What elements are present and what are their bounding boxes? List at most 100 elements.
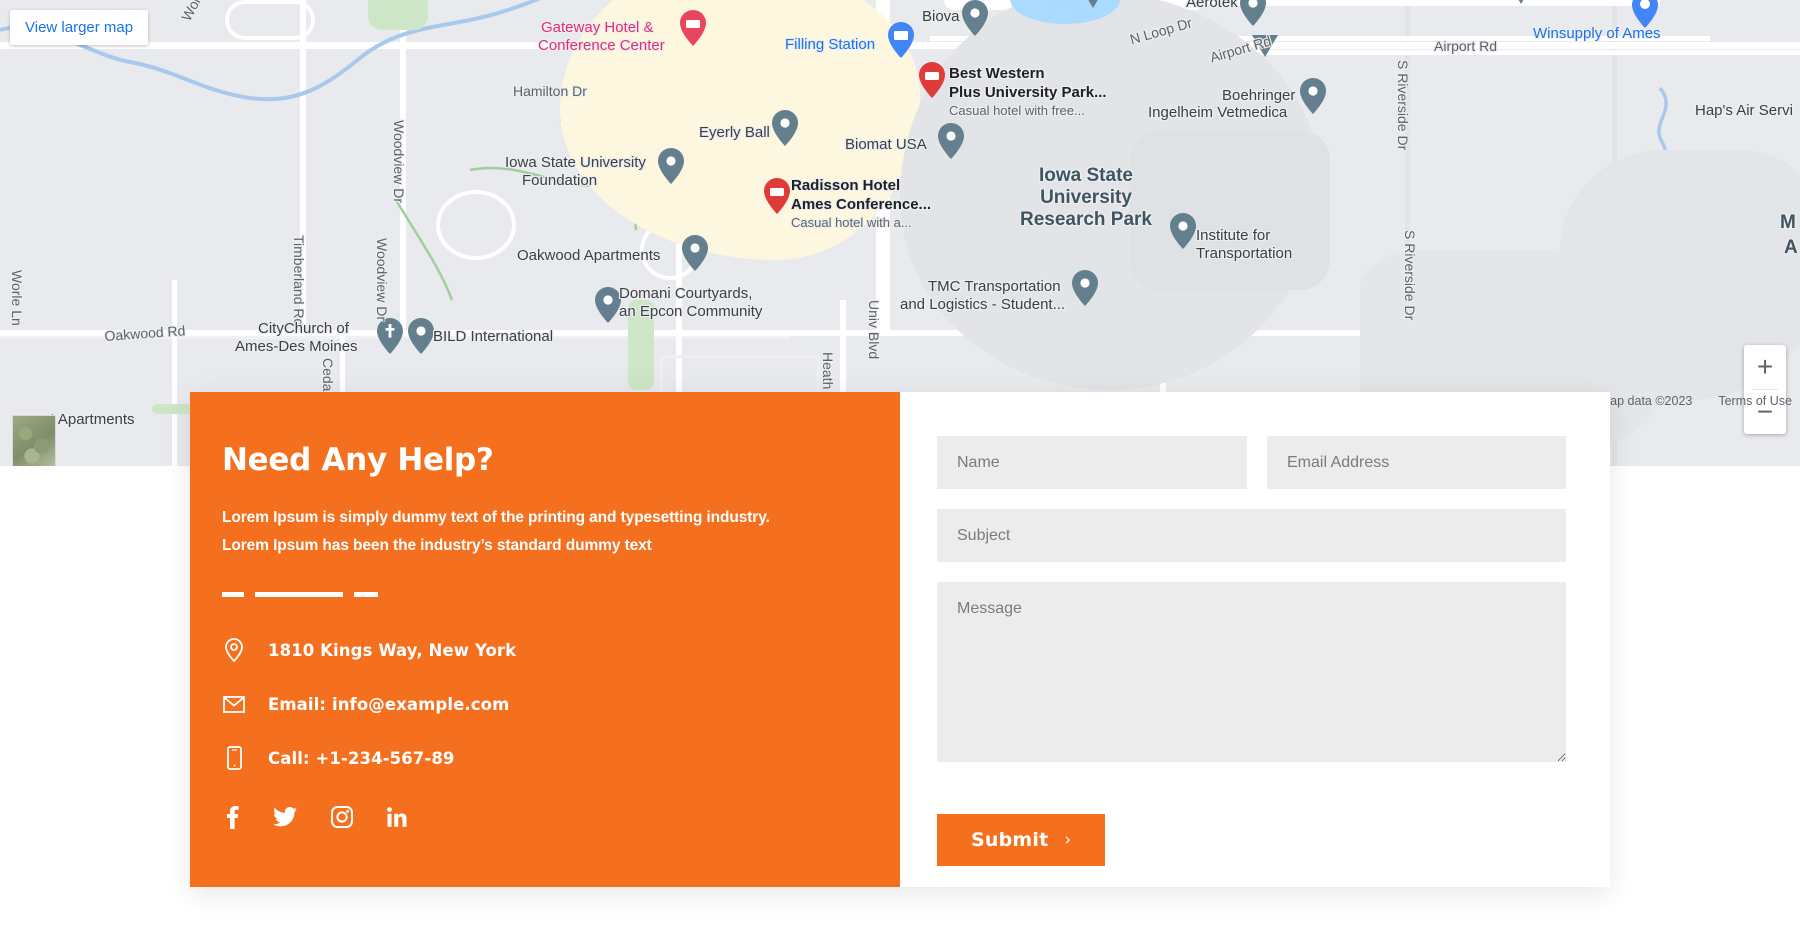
road-loop-top-left (225, 0, 315, 40)
phone-text[interactable]: Call: +1-234-567-89 (268, 749, 455, 768)
map-label-radisson-1: Radisson Hotel (791, 177, 901, 194)
submit-button-label: Submit (971, 829, 1049, 851)
contact-info-panel: Need Any Help? Lorem Ipsum is simply dum… (190, 392, 900, 887)
intro-text-line-1: Lorem Ipsum is simply dummy text of the … (222, 509, 770, 526)
map-label-radisson-2: Ames Conference... (791, 196, 932, 213)
map-label-s-riverside-dr-1: S Riverside Dr (1395, 60, 1411, 151)
decorative-divider (222, 592, 856, 597)
road-worle (172, 280, 177, 466)
email-text[interactable]: Email: info@example.com (268, 695, 509, 714)
map-pin-tmc-transportation[interactable] (1072, 270, 1098, 306)
map-label-woodview-dr-2: Woodview Dr (374, 238, 390, 321)
map-label-domani-2: an Epcon Community (619, 303, 763, 320)
envelope-icon (222, 691, 246, 717)
map-label-gateway-hotel-1: Gateway Hotel & (541, 19, 654, 36)
map-label-biomat-usa: Biomat USA (845, 136, 927, 153)
map-pin-bild-international[interactable] (408, 318, 434, 354)
map-label-heath: Heath (820, 352, 836, 390)
twitter-icon[interactable] (273, 807, 297, 827)
map-label-timberland-rd: Timberland Rd (291, 235, 307, 327)
map-label-gateway-hotel-2: Conference Center (538, 37, 665, 54)
map-label-airport-rd-2: Airport Rd (1434, 38, 1498, 54)
map-label-isu-foundation-2: Foundation (522, 172, 598, 189)
intro-text-line-2: Lorem Ipsum has been the industry’s stan… (222, 537, 652, 554)
mobile-phone-icon (222, 745, 246, 771)
instagram-icon[interactable] (331, 806, 353, 828)
map-label-boehringer-1: Boehringer (1222, 87, 1296, 104)
map-label-institute-1: Institute for (1196, 227, 1271, 244)
contact-form-panel: Submit › (900, 392, 1610, 887)
email-input[interactable] (1267, 436, 1566, 489)
email-row: Email: info@example.com (222, 691, 856, 717)
map-label-filling-station: Filling Station (785, 36, 876, 53)
page-title: Need Any Help? (222, 442, 494, 478)
map-label-woodview-dr-1: Woodview Dr (391, 120, 407, 203)
form-row-subject (937, 509, 1566, 562)
map-label-eyerly-ball: Eyerly Ball (699, 124, 770, 141)
map-label-radisson-sub: Casual hotel with a... (791, 215, 912, 230)
subject-input[interactable] (937, 509, 1566, 562)
map-pin-oakwood-apartments[interactable] (682, 235, 708, 271)
map-pin-winsupply[interactable] (1632, 0, 1658, 28)
map-label-isu-foundation-1: Iowa State University (505, 154, 646, 171)
name-input[interactable] (937, 436, 1247, 489)
map-pin-aerotek[interactable] (1240, 0, 1266, 26)
map-label-oakwood-apartments: Oakwood Apartments (517, 247, 661, 264)
map-data-attribution: Map data ©2023 (1599, 394, 1693, 408)
social-links (222, 805, 856, 829)
map-pin-gateway-hotel[interactable] (680, 10, 706, 46)
address-row: 1810 Kings Way, New York (222, 637, 856, 663)
map-pin-filling-station[interactable] (888, 22, 914, 58)
map-label-research-park-3: Research Park (1019, 209, 1153, 230)
submit-button[interactable]: Submit › (937, 814, 1106, 866)
map-pin-domani-courtyards[interactable] (595, 287, 621, 323)
facebook-icon[interactable] (226, 805, 239, 829)
map-thumbnail-image[interactable] (12, 415, 56, 466)
map-label-univ-blvd: Univ Blvd (866, 300, 882, 360)
view-larger-map-button[interactable]: View larger map (10, 10, 149, 45)
map-label-worle-ln: Worle Ln (9, 270, 25, 326)
map-green-area-a (368, 0, 428, 30)
map-zoom-controls[interactable]: + − (1744, 345, 1786, 434)
map-label-cedar: Ceda (320, 358, 336, 392)
map-label-research-park-2: University (1040, 187, 1132, 208)
map-pin-eyerly-ball[interactable] (772, 110, 798, 146)
map-label-edge-a: A (1784, 237, 1798, 258)
map-label-institute-2: Transportation (1196, 245, 1293, 262)
map-label-worrell: Worrell (178, 0, 213, 24)
zoom-in-button[interactable]: + (1744, 345, 1786, 389)
map-pin-best-western[interactable] (919, 62, 945, 98)
map-label-best-western-sub: Casual hotel with free... (949, 103, 1085, 118)
map-pin-boehringer[interactable] (1300, 78, 1326, 114)
address-text: 1810 Kings Way, New York (268, 640, 517, 660)
map-pin-aerotek-3 (1080, 0, 1106, 22)
map-label-bild-international: BILD International (433, 328, 554, 345)
road-small-loop (436, 190, 516, 260)
divider-segment-3 (354, 592, 378, 597)
map-label-domani-1: Domani Courtyards, (619, 285, 753, 302)
map-label-biova: Biova (922, 8, 960, 25)
map-label-tmc-2: and Logistics - Student... (900, 296, 1066, 313)
map-label-best-western-1: Best Western (949, 65, 1045, 82)
map-label-best-western-2: Plus University Park... (949, 84, 1107, 101)
map-pin-biova[interactable] (962, 0, 988, 36)
map-pin-biomat-usa[interactable] (938, 123, 964, 159)
phone-row: Call: +1-234-567-89 (222, 745, 856, 771)
map-label-tmc-1: TMC Transportation (928, 278, 1061, 295)
map-pin-radisson-hotel[interactable] (764, 178, 790, 214)
map-attribution: Map data ©2023 Terms of Use (1600, 394, 1792, 408)
map-pin-isu-foundation[interactable] (658, 148, 684, 184)
divider-segment-2 (255, 592, 343, 597)
map-label-aerotek: Aerotek (1186, 0, 1238, 11)
form-row-name-email (937, 436, 1566, 489)
map-label-hamilton-dr: Hamilton Dr (513, 83, 587, 99)
contact-card: Need Any Help? Lorem Ipsum is simply dum… (190, 392, 1610, 887)
map-label-haps-air-service: Hap's Air Servi (1695, 102, 1793, 119)
map-label-research-park-1: Iowa State (1039, 165, 1133, 186)
map-label-citychurch-2: Ames-Des Moines (235, 338, 358, 355)
map-pin-citychurch[interactable] (377, 318, 403, 354)
message-textarea[interactable] (937, 582, 1566, 762)
divider-segment-1 (222, 592, 244, 597)
linkedin-icon[interactable] (387, 807, 407, 827)
terms-of-use-link[interactable]: Terms of Use (1718, 394, 1792, 408)
